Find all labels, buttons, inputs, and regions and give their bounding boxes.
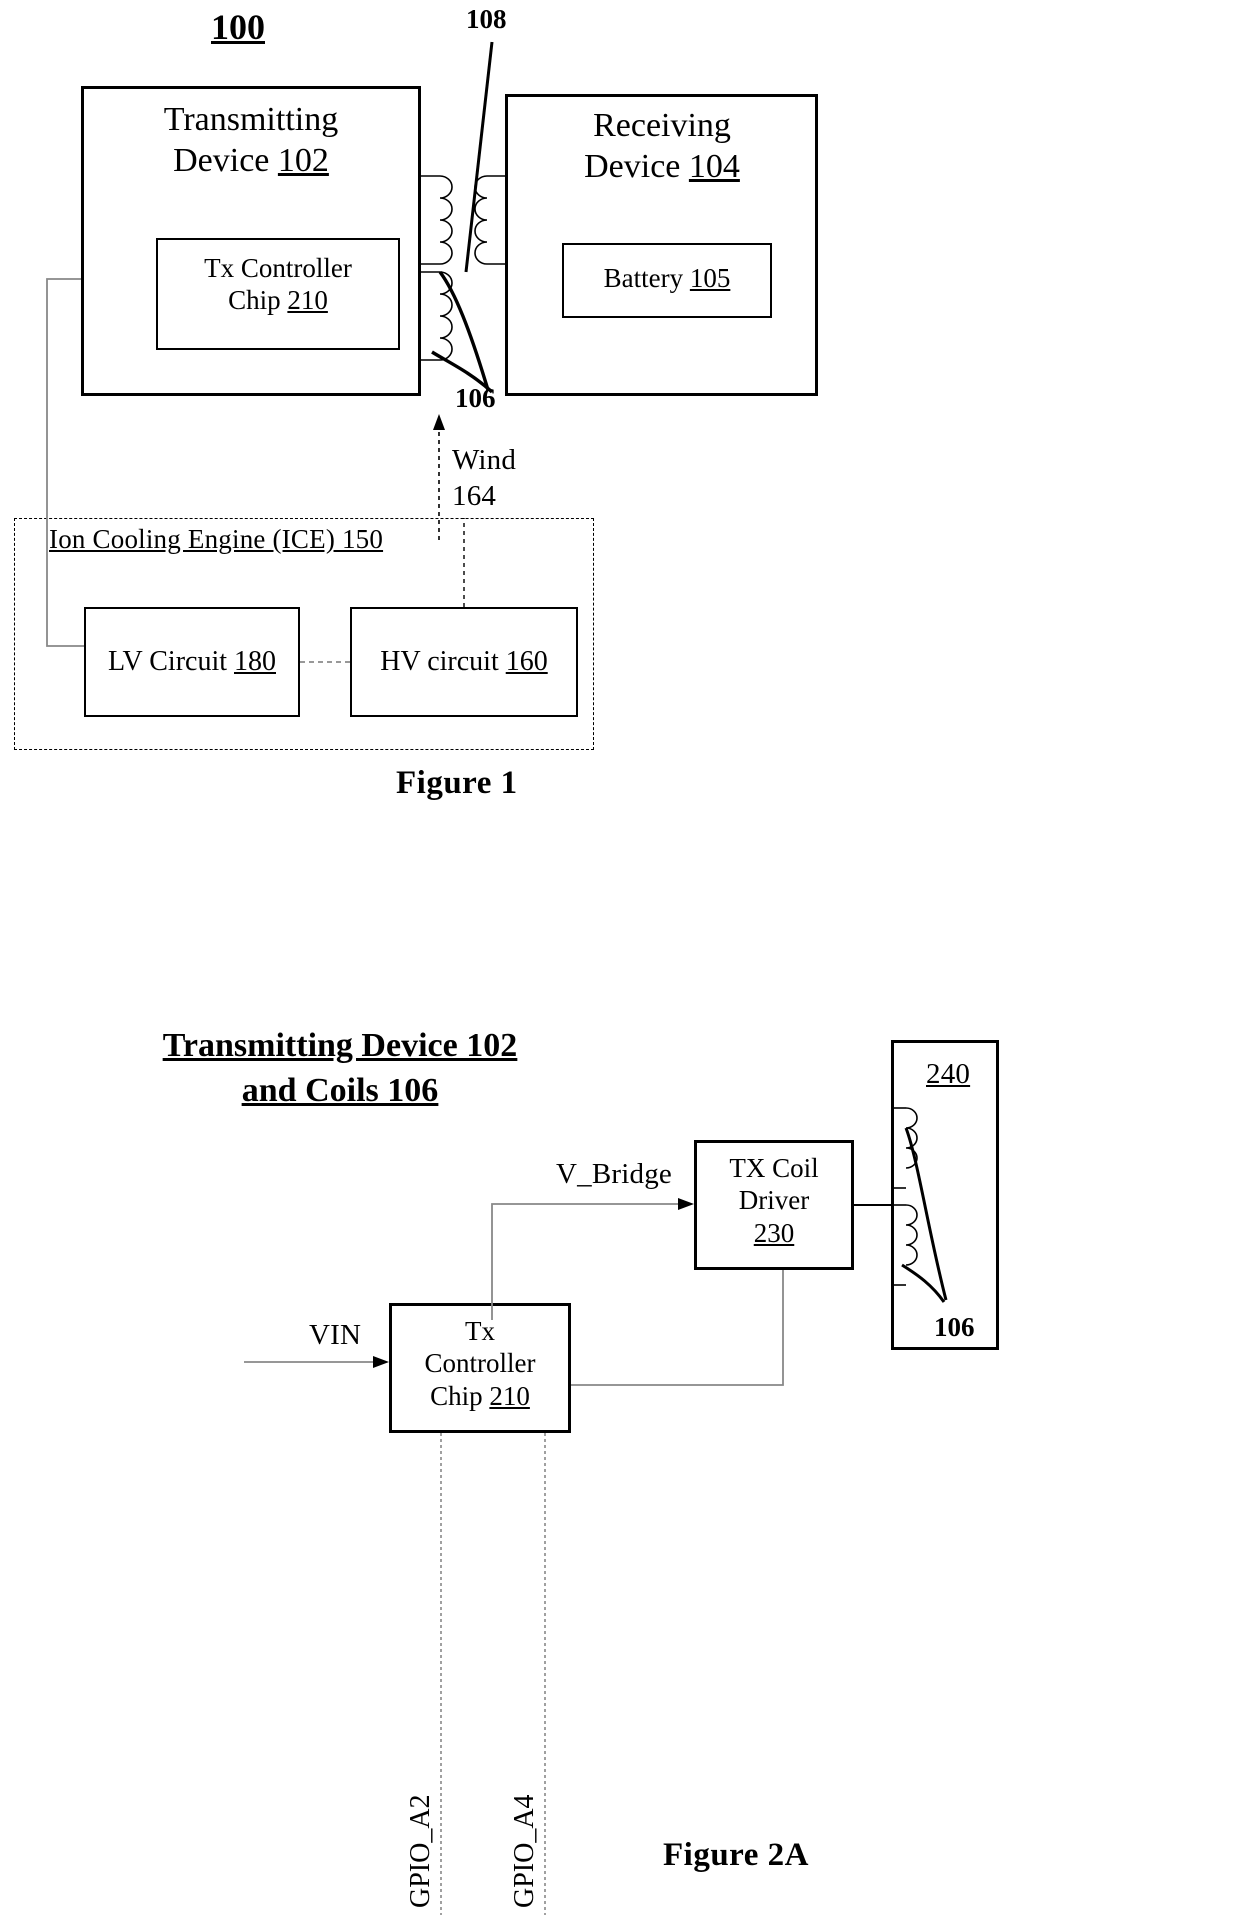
v-bridge-connector	[491, 1198, 694, 1320]
tx-coil-lower-winding	[421, 271, 453, 361]
tx-coil-driver-label: TX Coil Driver 230	[695, 1152, 853, 1249]
lv-circuit-label-text: LV Circuit	[107, 646, 234, 677]
tx-coil-upper-winding	[421, 175, 453, 265]
transmitting-device-title-line2: Device 102	[86, 141, 416, 182]
reference-numeral-100: 100	[211, 7, 265, 47]
tx-coil-driver-number: 230	[753, 1217, 795, 1248]
tx-controller-chip-label-fig2a: Tx Controller Chip 210	[390, 1315, 570, 1412]
reference-numeral-106-fig2a: 106	[934, 1312, 975, 1342]
wind-label-line1: Wind	[452, 444, 517, 476]
figure-2a-title-line2: and Coils 106	[241, 1071, 439, 1109]
reference-numeral-106-fig1: 106	[455, 383, 496, 413]
gpio-a2-label: GPIO_A2	[405, 1794, 436, 1908]
battery-number: 105	[689, 263, 731, 293]
figure-2a-title-line1: Transmitting Device 102	[162, 1027, 518, 1064]
transmitting-device-title: Transmitting Device 102	[86, 100, 416, 182]
gpio-a4-label: GPIO_A4	[509, 1794, 540, 1908]
chip-to-driver-feedback-line	[571, 1270, 784, 1386]
wind-label: Wind 164	[452, 442, 516, 515]
leader-line-108	[464, 41, 494, 273]
rx-coil-winding	[474, 175, 505, 265]
vin-label: VIN	[309, 1319, 362, 1351]
tx-controller-chip-line3-fig2a: Chip 210	[390, 1380, 570, 1412]
battery-label-text: Battery	[603, 263, 690, 293]
tx-controller-chip-line1-fig2a: Tx	[465, 1316, 495, 1346]
v-bridge-label: V_Bridge	[556, 1158, 672, 1190]
tx-controller-chip-line2-text-fig1: Chip	[228, 285, 288, 316]
transmitting-device-title-line2-text: Device	[173, 141, 278, 179]
receiving-device-title-line1: Receiving	[593, 107, 731, 144]
lv-circuit-number: 180	[234, 646, 276, 677]
receiving-device-number: 104	[688, 147, 740, 185]
transmitting-device-title-line1: Transmitting	[163, 101, 339, 138]
figure-2a-caption: Figure 2A	[663, 1837, 809, 1873]
wind-label-line2: 164	[452, 480, 497, 513]
coil-leader-curve-a	[438, 270, 490, 391]
hv-circuit-label-text: HV circuit	[380, 646, 506, 677]
reference-numeral-240: 240	[926, 1058, 971, 1090]
transmitting-device-number: 102	[277, 141, 329, 179]
tx-coil-driver-line2: Driver	[738, 1185, 810, 1216]
tx-controller-chip-line3-text-fig2a: Chip	[430, 1380, 490, 1411]
figure-2a-title: Transmitting Device 102 and Coils 106	[60, 1024, 620, 1114]
ion-cooling-engine-title: Ion Cooling Engine (ICE) 150	[49, 524, 384, 554]
hv-circuit-number: 160	[505, 646, 548, 677]
patent-figure-sheet: 100 108 Transmitting Device 102 Tx Contr…	[0, 0, 1240, 1921]
tx-controller-chip-line2-fig1: Chip 210	[158, 284, 398, 316]
tx-controller-chip-label-fig1: Tx Controller Chip 210	[158, 252, 398, 317]
tx-controller-chip-line1-fig1: Tx Controller	[204, 253, 352, 283]
reference-numeral-108: 108	[466, 4, 507, 34]
figure-1-caption: Figure 1	[396, 765, 518, 801]
tx-controller-chip-number-fig2a: 210	[489, 1380, 530, 1411]
tx-controller-chip-line2-fig2a: Controller	[424, 1348, 536, 1379]
receiving-device-title-line2: Device 104	[508, 147, 816, 188]
battery-label: Battery 105	[563, 262, 771, 294]
vin-connector	[244, 1356, 389, 1368]
receiving-device-title: Receiving Device 104	[508, 106, 816, 188]
receiving-device-title-line2-text: Device	[584, 147, 689, 185]
lv-circuit-label: LV Circuit 180	[85, 645, 299, 679]
hv-circuit-label: HV circuit 160	[351, 645, 577, 679]
tx-controller-chip-number-fig1: 210	[287, 285, 328, 316]
tx-coil-driver-line1: TX Coil	[729, 1153, 819, 1183]
